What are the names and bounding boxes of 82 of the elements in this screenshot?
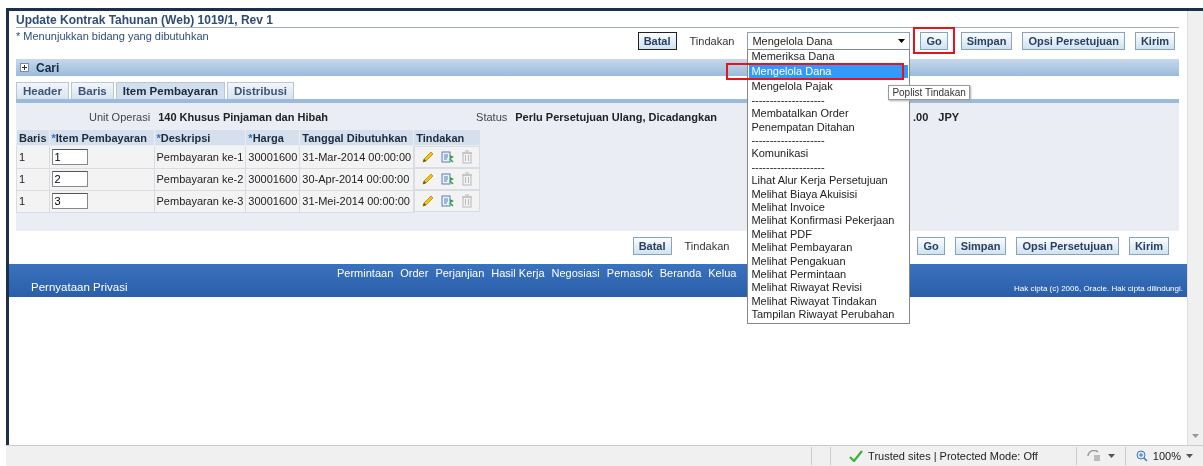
table-cell: 1 <box>16 168 50 190</box>
caret-icon[interactable] <box>1186 454 1193 458</box>
tooltip: Poplist Tindakan <box>888 84 970 100</box>
duplicate-icon[interactable] <box>441 194 456 208</box>
submit-button[interactable]: Kirim <box>1134 31 1175 50</box>
page-title: Update Kontrak Tahunan (Web) 1019/1, Rev 1 <box>16 11 1179 28</box>
go-button[interactable]: Go <box>917 237 945 255</box>
duplicate-icon[interactable] <box>441 150 456 164</box>
amount-value: .00 <box>913 111 929 123</box>
cancel-button[interactable]: Batal <box>637 31 677 50</box>
column-header: Tanggal Dibutuhkan <box>299 129 414 146</box>
dropdown-option[interactable]: Melihat Biaya Akuisisi <box>749 187 909 201</box>
column-header: Tindakan <box>413 129 481 146</box>
field-value: Perlu Persetujuan Ulang, Dicadangkan <box>515 111 717 123</box>
pencil-icon[interactable] <box>421 194 436 208</box>
footer-link[interactable]: Kelua <box>708 267 737 279</box>
action-label: Tindakan <box>684 240 730 252</box>
privacy-link[interactable]: Pernyataan Privasi <box>31 281 128 293</box>
tab[interactable]: Item Pembayaran <box>115 82 226 99</box>
duplicate-icon[interactable] <box>441 172 456 186</box>
column-header: *Harga <box>245 129 300 146</box>
tab[interactable]: Header <box>16 82 69 99</box>
dropdown-option[interactable]: Komunikasi <box>749 147 909 161</box>
footer-link[interactable]: Perjanjian <box>435 267 485 279</box>
pencil-icon[interactable] <box>421 150 436 164</box>
footer-link[interactable]: Order <box>400 267 429 279</box>
input-field[interactable]: 3 <box>51 193 88 209</box>
action-label: Tindakan <box>689 34 735 47</box>
dropdown-option[interactable]: Tampilan Riwayat Perubahan <box>749 308 909 322</box>
column-header: *Item Pembayaran <box>49 129 155 146</box>
input-field[interactable]: 1 <box>51 148 88 165</box>
field-label: Status <box>476 111 508 123</box>
zoom-icon[interactable] <box>1135 450 1148 462</box>
dropdown-option[interactable]: Melihat Konfirmasi Pekerjaan <box>749 214 909 228</box>
copyright-text: Hak cipta (c) 2006, Oracle. Hak cipta dilindungi. <box>1014 284 1183 293</box>
approval-options-button[interactable]: Opsi Persetujuan <box>1022 31 1125 50</box>
field-label: Unit Operasi <box>89 111 151 123</box>
approval-options-button[interactable]: Opsi Persetujuan <box>1016 237 1119 255</box>
required-note: * Menunjukkan bidang yang dibutuhkan <box>16 29 209 44</box>
dropdown-option[interactable]: Lihat Alur Kerja Persetujuan <box>749 174 909 188</box>
pencil-icon[interactable] <box>421 172 436 186</box>
currency-value: JPY <box>938 111 960 123</box>
expand-icon[interactable] <box>20 63 29 72</box>
zoom-level[interactable]: 100% <box>1152 450 1181 462</box>
separator-option: -------------------- <box>749 160 909 175</box>
caret-icon[interactable] <box>1107 454 1115 458</box>
dropdown-option[interactable]: Penempatan Ditahan <box>749 120 909 134</box>
tab[interactable]: Baris <box>71 82 114 99</box>
action-select[interactable]: Mengelola Dana <box>747 31 911 50</box>
zone-text: Trusted sites | Protected Mode: Off <box>868 450 1038 462</box>
dropdown-option[interactable]: Melihat Riwayat Tindakan <box>749 294 909 309</box>
footer-link[interactable]: Permintaan <box>337 267 394 279</box>
table-cell: 1 <box>16 190 50 212</box>
dropdown-option[interactable]: Melihat Pembayaran <box>749 241 909 255</box>
field-value: 140 Khusus Pinjaman dan Hibah <box>158 111 329 123</box>
dropdown-option[interactable]: Membatalkan Order <box>749 107 909 121</box>
cancel-button[interactable]: Batal <box>632 237 672 255</box>
dropdown-option[interactable]: Melihat PDF <box>749 227 909 242</box>
caret-icon <box>898 38 906 43</box>
submit-button[interactable]: Kirim <box>1128 237 1169 255</box>
vertical-scrollbar[interactable] <box>1187 11 1203 446</box>
footer-link[interactable]: Pemasok <box>606 267 653 279</box>
go-button[interactable]: Go <box>920 32 948 50</box>
table-cell: 1 <box>16 145 50 168</box>
check-icon <box>849 450 864 462</box>
dropdown-option[interactable]: Memeriksa Dana <box>749 49 909 63</box>
column-header: Baris <box>16 129 50 146</box>
footer-link[interactable]: Beranda <box>659 267 702 279</box>
footer-link[interactable]: Hasil Kerja <box>491 267 545 279</box>
dropdown-option[interactable]: Melihat Pengakuan <box>749 254 909 268</box>
tab[interactable]: Distribusi <box>227 82 295 99</box>
separator-option: -------------------- <box>749 133 909 148</box>
dropdown-option[interactable]: Melihat Permintaan <box>749 268 909 282</box>
save-button[interactable]: Simpan <box>954 237 1007 255</box>
input-field[interactable]: 2 <box>51 171 88 187</box>
save-button[interactable]: Simpan <box>960 31 1013 50</box>
dropdown-option[interactable]: Melihat Riwayat Revisi <box>749 281 909 295</box>
footer-link[interactable]: Negosiasi <box>551 267 600 279</box>
dropdown-option[interactable]: Melihat Invoice <box>749 200 909 215</box>
section-title: Cari <box>36 60 60 75</box>
scroll-down-icon[interactable] <box>1192 434 1199 439</box>
column-header: *Deskripsi <box>154 129 246 146</box>
